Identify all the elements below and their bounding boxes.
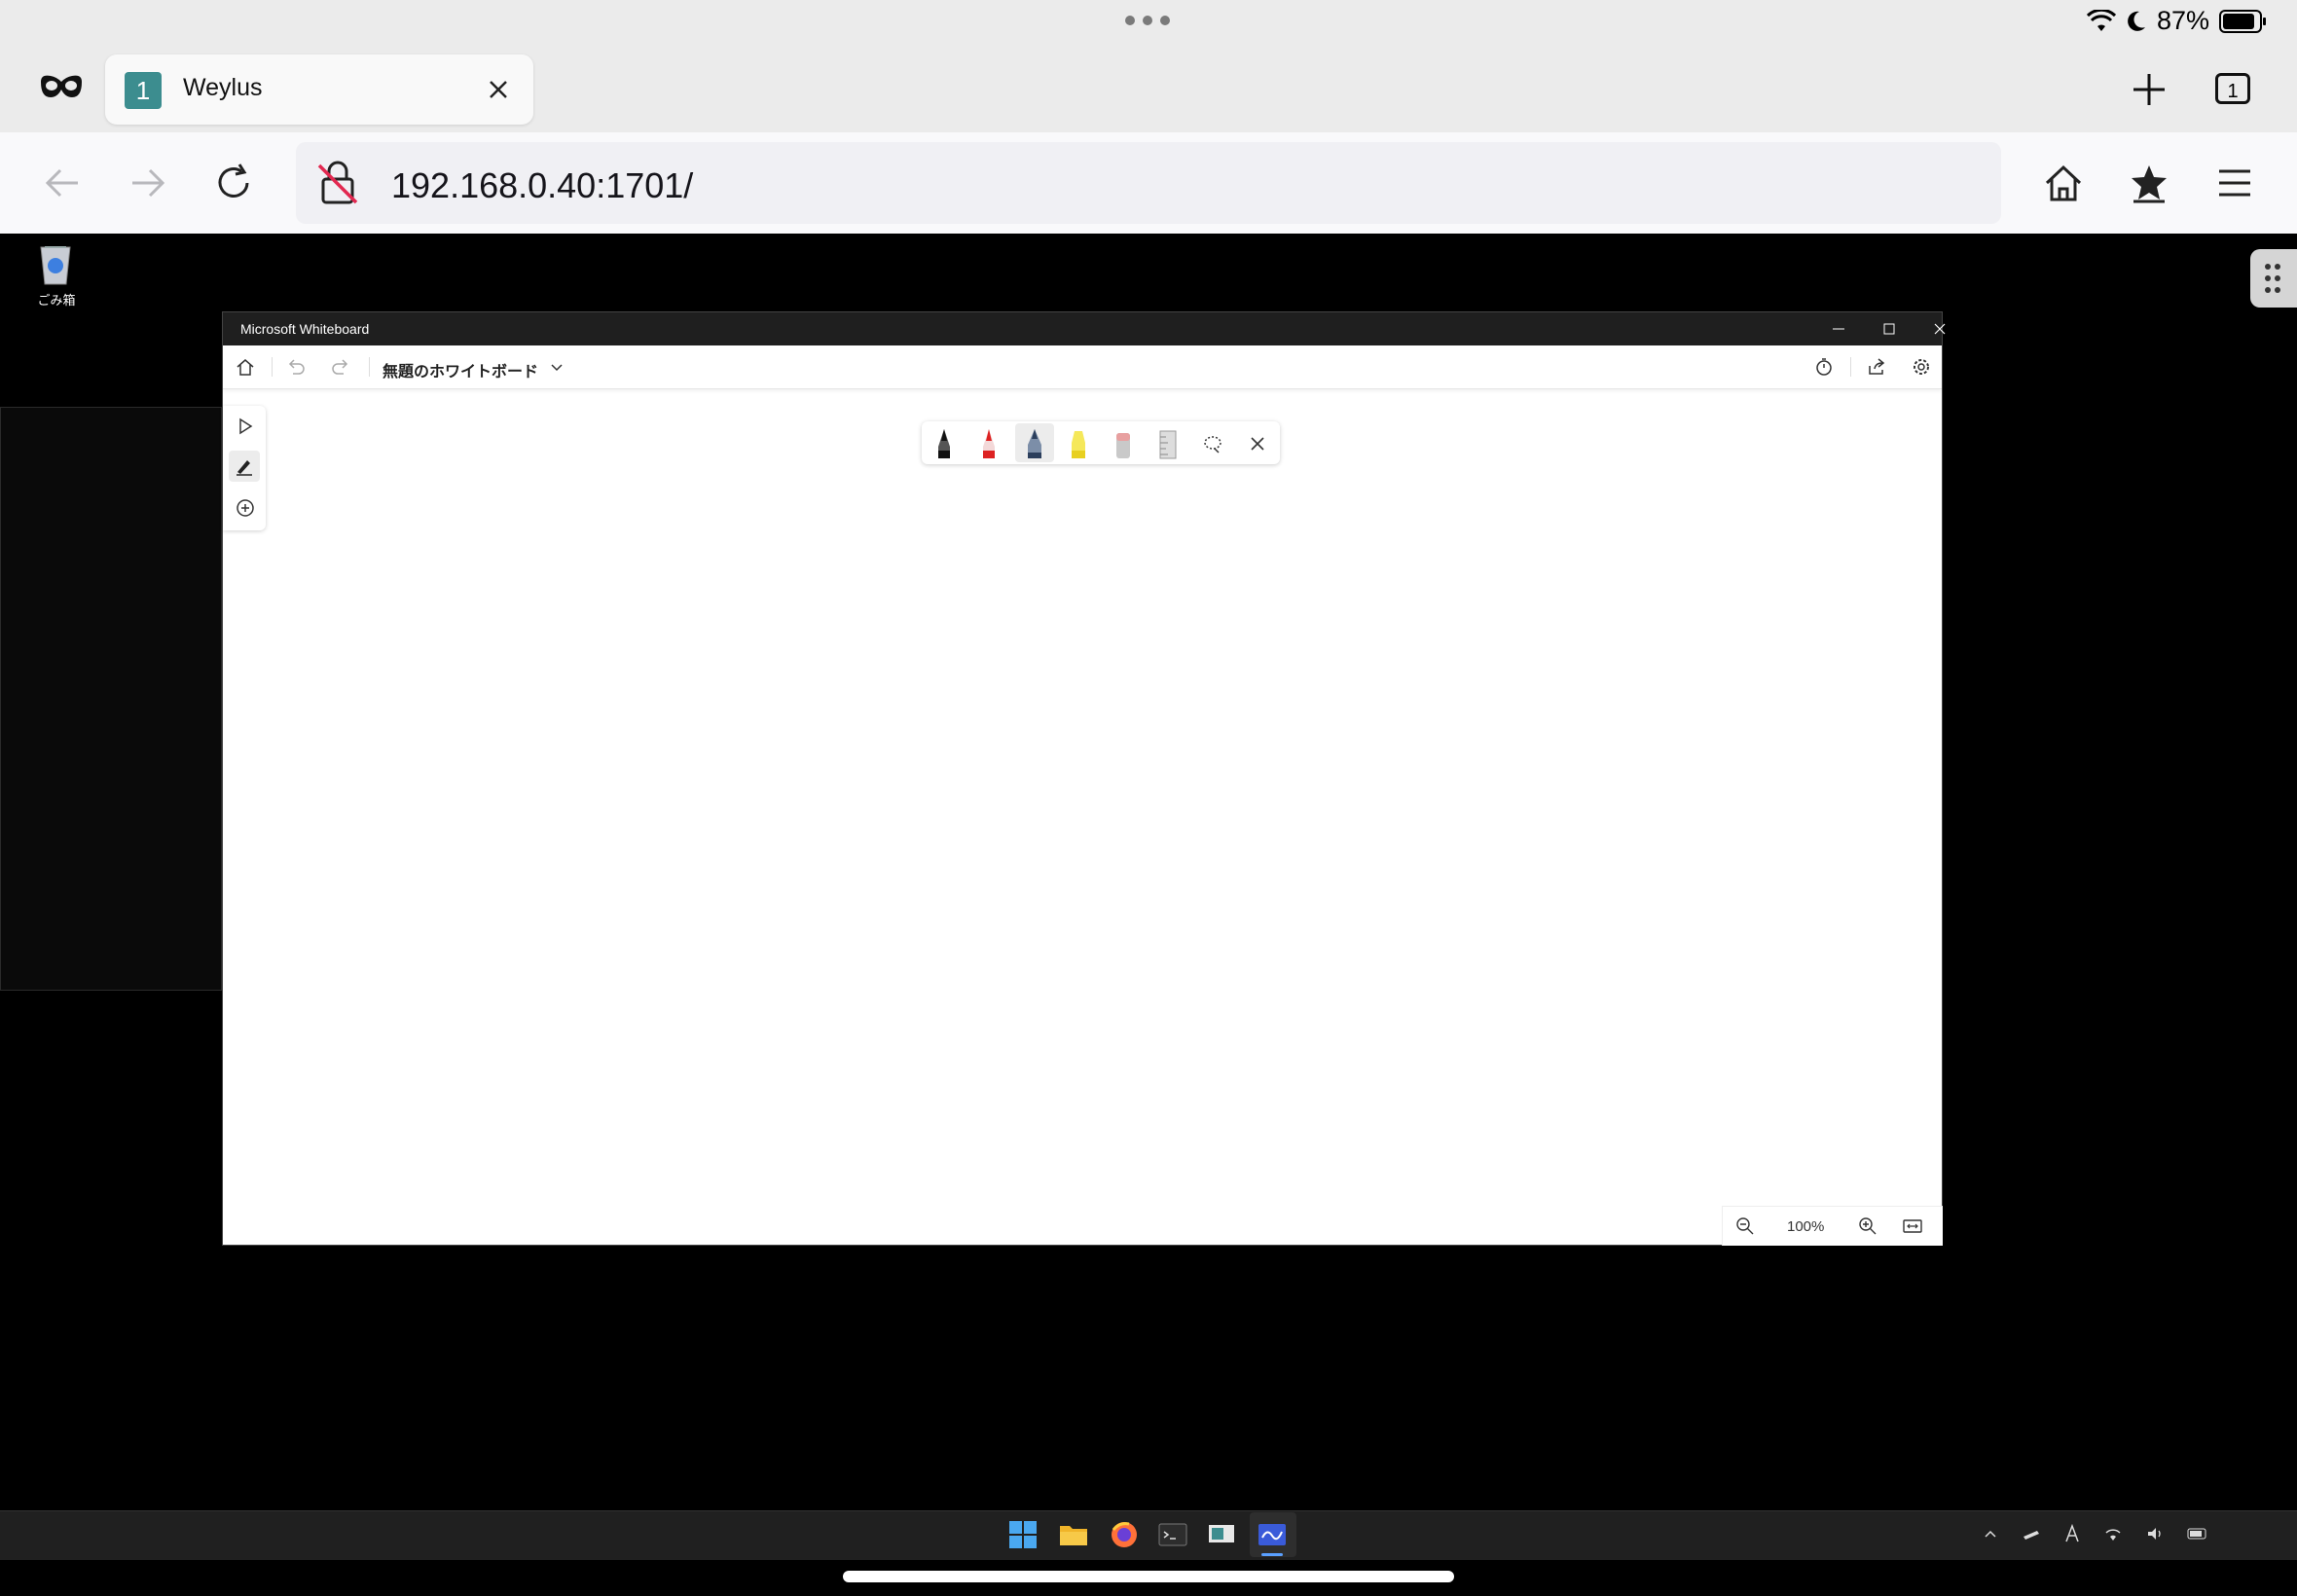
moon-icon <box>2128 11 2145 31</box>
multitasking-dots[interactable] <box>1125 16 1170 25</box>
timer-icon[interactable] <box>1813 356 1835 378</box>
zoom-controls: 100% <box>1722 1206 1943 1246</box>
insecure-lock-icon[interactable] <box>315 160 360 206</box>
chevron-up-icon[interactable] <box>1982 1525 1999 1542</box>
divider <box>272 357 273 377</box>
pen-tray-icon[interactable] <box>2021 1525 2042 1542</box>
settings-gear-icon[interactable] <box>1911 356 1932 378</box>
minimize-icon <box>1833 328 1844 330</box>
back-icon[interactable] <box>41 162 84 204</box>
close-tab-icon[interactable] <box>485 76 512 103</box>
pen-icon <box>237 460 252 476</box>
undo-icon[interactable] <box>285 356 307 378</box>
ruler-icon[interactable] <box>1155 427 1181 460</box>
ime-icon[interactable] <box>2063 1524 2081 1543</box>
lasso-icon[interactable] <box>1200 427 1225 460</box>
home-icon[interactable] <box>2042 162 2085 204</box>
recycle-bin-icon[interactable] <box>33 241 78 286</box>
whiteboard-window-title: Microsoft Whiteboard <box>240 321 370 337</box>
background-window <box>0 407 222 991</box>
whiteboard-tool-rail <box>223 406 266 530</box>
whiteboard-app-bar: 無題のホワイトボード <box>223 345 1942 389</box>
active-indicator <box>1261 1553 1283 1556</box>
add-icon[interactable] <box>235 497 256 519</box>
close-icon <box>1934 323 1946 335</box>
battery-percent: 87% <box>2156 6 2209 35</box>
chevron-down-icon[interactable] <box>546 357 567 379</box>
divider <box>1850 357 1851 377</box>
whiteboard-app-icon[interactable] <box>1256 1518 1289 1551</box>
whiteboard-titlebar[interactable]: Microsoft Whiteboard <box>223 312 1946 345</box>
url-text[interactable]: 192.168.0.40:1701/ <box>391 165 693 206</box>
black-pen-icon[interactable] <box>931 427 957 460</box>
windows-taskbar <box>0 1510 2297 1560</box>
zoom-level[interactable]: 100% <box>1787 1218 1824 1235</box>
maximize-icon <box>1883 323 1895 335</box>
recycle-bin-label: ごみ箱 <box>37 293 76 308</box>
close-window-button[interactable] <box>1914 312 1965 345</box>
divider <box>369 357 370 377</box>
wifi-icon <box>2086 9 2116 31</box>
pen-tray <box>922 421 1280 464</box>
weylus-side-handle[interactable] <box>2250 249 2297 308</box>
home-icon[interactable] <box>235 356 256 378</box>
select-pointer-icon[interactable] <box>235 416 256 437</box>
redo-icon[interactable] <box>330 356 351 378</box>
ipad-home-indicator[interactable] <box>843 1571 1454 1582</box>
blue-pen-icon[interactable] <box>1022 427 1047 460</box>
bookmark-star-icon[interactable] <box>2128 162 2170 204</box>
eraser-icon[interactable] <box>1111 427 1136 460</box>
battery-icon <box>2219 9 2266 33</box>
system-tray <box>1982 1524 2209 1543</box>
forward-icon[interactable] <box>127 162 169 204</box>
red-pen-icon[interactable] <box>976 427 1002 460</box>
weylus-icon[interactable] <box>1205 1518 1238 1551</box>
reload-icon[interactable] <box>212 162 255 204</box>
drag-handle-icon <box>2265 264 2280 293</box>
private-browsing-icon[interactable] <box>39 68 84 107</box>
tab-favicon: 1 <box>125 72 162 109</box>
close-pen-tray-icon[interactable] <box>1245 427 1270 460</box>
terminal-icon[interactable] <box>1156 1518 1189 1551</box>
zoom-out-icon[interactable] <box>1734 1215 1756 1237</box>
maximize-button[interactable] <box>1864 312 1914 345</box>
tab-title: Weylus <box>183 74 263 101</box>
address-bar[interactable]: 192.168.0.40:1701/ <box>296 142 2001 224</box>
firefox-icon[interactable] <box>1108 1518 1141 1551</box>
volume-icon[interactable] <box>2145 1525 2165 1542</box>
yellow-highlighter-icon[interactable] <box>1066 427 1091 460</box>
ink-tool-button[interactable] <box>229 451 260 482</box>
share-icon[interactable] <box>1866 356 1887 378</box>
fit-to-screen-icon[interactable] <box>1902 1215 1923 1237</box>
new-tab-icon[interactable] <box>2132 72 2167 107</box>
file-explorer-icon[interactable] <box>1057 1518 1090 1551</box>
start-icon[interactable] <box>1006 1518 1039 1551</box>
zoom-in-icon[interactable] <box>1857 1215 1878 1237</box>
board-name[interactable]: 無題のホワイトボード <box>383 358 538 381</box>
battery-tray-icon[interactable] <box>2186 1525 2209 1542</box>
tab-count-button[interactable]: 1 <box>2215 73 2250 104</box>
whiteboard-window[interactable]: Microsoft Whiteboard 無題のホワイトボード 100% <box>222 311 1946 1246</box>
minimize-button[interactable] <box>1813 312 1864 345</box>
menu-icon[interactable] <box>2213 162 2256 204</box>
network-wifi-icon[interactable] <box>2102 1525 2124 1542</box>
status-indicators: 87% <box>2086 6 2268 36</box>
browser-tab[interactable]: 1 Weylus <box>105 54 533 125</box>
